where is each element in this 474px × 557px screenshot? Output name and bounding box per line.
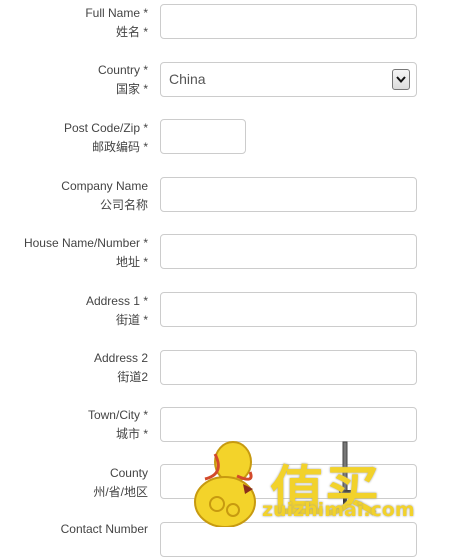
company-label-en: Company Name [61, 179, 148, 193]
postcode-label-en: Post Code/Zip * [63, 121, 148, 135]
house-label-en: House Name/Number * [23, 236, 148, 250]
postcode-input[interactable] [160, 119, 246, 154]
house-label-cn: 地址 * [115, 255, 148, 269]
full-name-input[interactable] [160, 4, 417, 39]
full-name-label-en: Full Name * [85, 6, 148, 20]
town-label-en: Town/City * [87, 408, 148, 422]
house-input[interactable] [160, 234, 417, 269]
country-select[interactable]: China [160, 62, 417, 97]
country-label-cn: 国家 * [115, 82, 148, 96]
address1-input[interactable] [160, 292, 417, 327]
company-label: Company Name 公司名称 [0, 177, 148, 215]
company-input[interactable] [160, 177, 417, 212]
county-label-en: County [109, 466, 148, 480]
contact-input[interactable] [160, 522, 417, 557]
county-label: County 州/省/地区 [0, 464, 148, 502]
address2-label-en: Address 2 [93, 351, 148, 365]
contact-label: Contact Number [0, 520, 148, 539]
full-name-label: Full Name * 姓名 * [0, 4, 148, 42]
town-label: Town/City * 城市 * [0, 406, 148, 444]
address1-label-en: Address 1 * [85, 294, 148, 308]
county-label-cn: 州/省/地区 [93, 485, 148, 499]
town-label-cn: 城市 * [115, 427, 148, 441]
house-label: House Name/Number * 地址 * [0, 234, 148, 272]
country-label: Country * 国家 * [0, 61, 148, 99]
contact-label-en: Contact Number [60, 522, 148, 536]
postcode-label: Post Code/Zip * 邮政编码 * [0, 119, 148, 157]
postcode-label-cn: 邮政编码 * [91, 140, 148, 154]
chevron-down-icon[interactable] [392, 69, 410, 90]
full-name-label-cn: 姓名 * [115, 25, 148, 39]
watermark-url: zuizhimai.com [262, 499, 415, 521]
company-label-cn: 公司名称 [99, 198, 148, 212]
address2-input[interactable] [160, 350, 417, 385]
address1-label: Address 1 * 街道 * [0, 292, 148, 330]
address2-label: Address 2 街道2 [0, 349, 148, 387]
country-label-en: Country * [97, 63, 148, 77]
address1-label-cn: 街道 * [115, 313, 148, 327]
address2-label-cn: 街道2 [117, 370, 148, 384]
country-select-value: China [169, 71, 206, 87]
